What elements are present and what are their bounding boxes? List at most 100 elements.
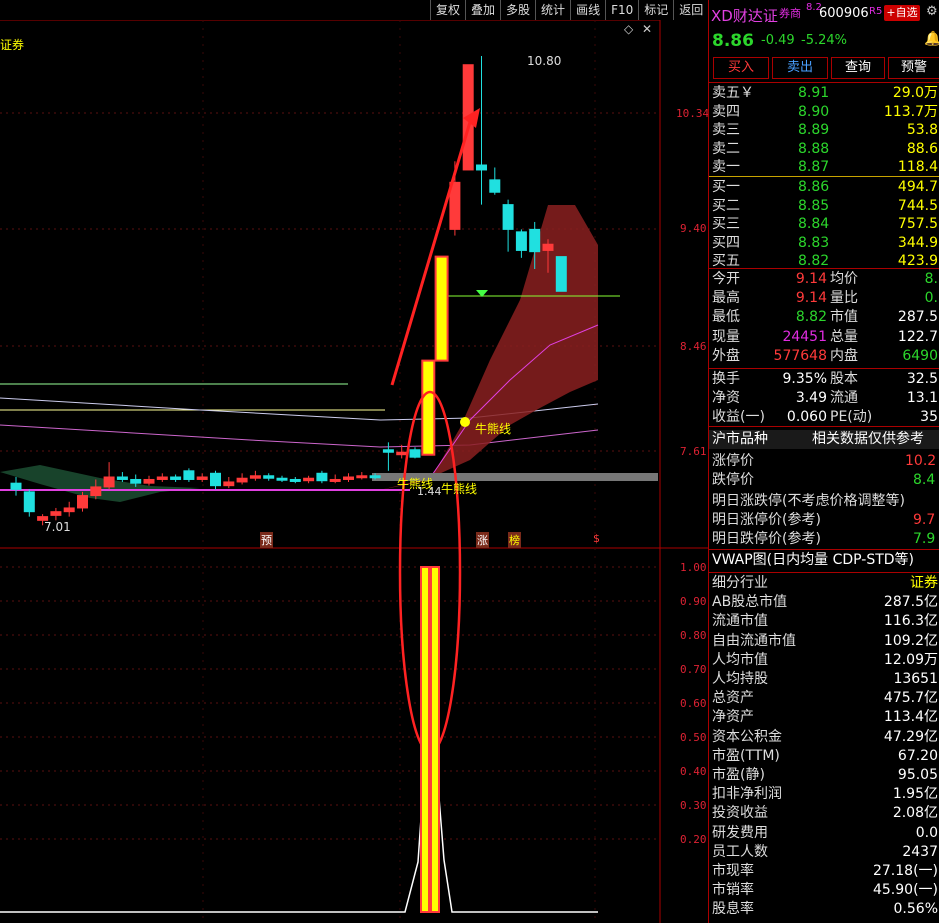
order-row[interactable]: 买四 8.83 344.9 [709,234,939,253]
quote-value: 0. [924,290,938,307]
order-row[interactable]: 卖四 8.90 113.7万 [709,103,939,122]
quote-label: 总量 [830,328,858,345]
vwap-title[interactable]: VWAP图(日内均量 CDP-STD等) [712,551,914,570]
order-row[interactable]: 卖三 8.89 53.8 [709,121,939,140]
candle-body [90,486,101,496]
candle-body [263,475,275,479]
diamond-icon[interactable]: ◇ [624,22,633,36]
candle-body [529,228,541,253]
candle-body [223,481,234,486]
price-tag: 1.44 [417,485,442,498]
fundamental-label: 细分行业 [712,575,768,591]
quote-value: 122.7 [897,328,938,345]
quote-value: 8. [924,271,938,287]
fundamental-row: 员工人数 2437 [709,843,939,862]
order-row[interactable]: 卖一 8.87 118.4 [709,158,939,177]
order-volume: 113.7万 [883,103,938,120]
toolbar-button[interactable]: 标记 [638,0,673,20]
order-label: 卖五￥ [712,85,754,101]
order-volume: 53.8 [906,122,938,139]
order-row[interactable]: 卖二 8.88 88.6 [709,140,939,159]
quote-label: 收益(一) [712,409,765,426]
toolbar-button[interactable]: 复权 [430,0,465,20]
indicator-axis-tick: 0.80 [680,629,707,642]
toolbar-button[interactable]: 画线 [570,0,605,20]
marker-pre[interactable]: 预 [260,532,273,548]
candle-body [543,244,553,251]
fundamental-label: 流通市值 [712,613,768,630]
toolbar-button[interactable]: 多股 [500,0,535,20]
kline-chart[interactable] [0,20,708,923]
order-row[interactable]: 买一 8.86 494.7 [709,178,939,197]
fundamental-value: 287.5亿 [883,594,938,611]
price-change: -0.49 [761,33,795,48]
order-volume: 494.7 [897,179,938,195]
fundamental-value: 95.05 [897,767,938,783]
buy-button[interactable]: 买入 [713,57,769,79]
sector-tag: 券商 [779,7,801,20]
close-icon[interactable]: ✕ [642,22,652,36]
bull-bear-line-label: 牛熊线 [475,422,512,436]
marker-ranking[interactable]: 榜 [508,532,521,548]
candle-body [382,449,394,453]
quote-value: 24451 [782,328,827,345]
fundamental-label: 研发费用 [712,824,768,841]
stock-name: XD财达证 [711,7,778,25]
fundamental-value: 13651 [893,671,938,687]
indicator-axis-tick: 0.60 [680,697,707,710]
quote-label: 净资 [712,390,740,407]
fundamental-row: 扣非净利润 1.95亿 [709,785,939,804]
fundamental-value: 47.29亿 [883,728,938,745]
indicator-bar [430,566,440,913]
quote-label: 市值 [830,309,858,326]
fundamental-row: 净资产 113.4亿 [709,708,939,727]
price-axis-tick: 9.40 [680,222,707,235]
gear-icon[interactable]: ⚙ [926,4,938,19]
fundamental-value: 475.7亿 [883,690,938,707]
fundamental-row: 投资收益 2.08亿 [709,804,939,823]
query-button[interactable]: 查询 [831,57,885,79]
marker-dollar[interactable]: $ [593,532,600,545]
order-volume: 118.4 [897,159,938,176]
limit-up-candle [421,359,436,456]
order-label: 卖二 [712,140,740,157]
chart-title-fragment: 证券 [0,38,25,52]
toolbar-button[interactable]: 叠加 [465,0,500,20]
fundamental-label: AB股总市值 [712,594,788,611]
sell-button[interactable]: 卖出 [772,57,828,79]
toolbar-button[interactable]: 统计 [535,0,570,20]
indicator-axis-tick: 0.30 [680,799,707,812]
fundamental-row: 市销率 45.90(一) [709,881,939,900]
indicator-line [0,759,598,913]
candle-body [144,479,154,484]
order-label: 买二 [712,197,740,214]
candle-body [183,470,195,480]
order-label: 买一 [712,179,740,195]
high-price-label: 10.80 [527,54,562,68]
order-label: 卖四 [712,103,740,120]
add-watchlist-button[interactable]: +自选 [884,5,920,21]
candle-body [10,482,22,490]
toolbar-button[interactable]: 返回 [673,0,708,20]
order-row[interactable]: 买三 8.84 757.5 [709,215,939,234]
fundamental-value: 2.08亿 [892,805,938,822]
order-label: 买三 [712,216,740,233]
bell-icon[interactable]: 🔔 [924,31,939,47]
candle-body [64,507,75,512]
money-bag-icon [460,417,470,427]
quote-label: 股本 [830,371,858,387]
indicator-axis-tick: 0.40 [680,765,707,778]
toolbar-button[interactable]: F10 [605,0,638,20]
candle-body [210,472,221,487]
candle-body [289,478,301,482]
order-volume: 757.5 [897,216,938,233]
quote-label: 换手 [712,371,740,387]
fundamental-label: 市盈(静) [712,767,765,783]
order-price: 8.89 [798,122,830,139]
marker-limit-up[interactable]: 涨 [476,532,489,548]
order-row[interactable]: 卖五￥ 8.91 29.0万 [709,84,939,103]
order-row[interactable]: 买二 8.85 744.5 [709,197,939,216]
fundamental-label: 扣非净利润 [712,786,782,803]
alert-button[interactable]: 预警 [888,57,939,79]
fundamental-value: 27.18(一) [872,863,938,879]
